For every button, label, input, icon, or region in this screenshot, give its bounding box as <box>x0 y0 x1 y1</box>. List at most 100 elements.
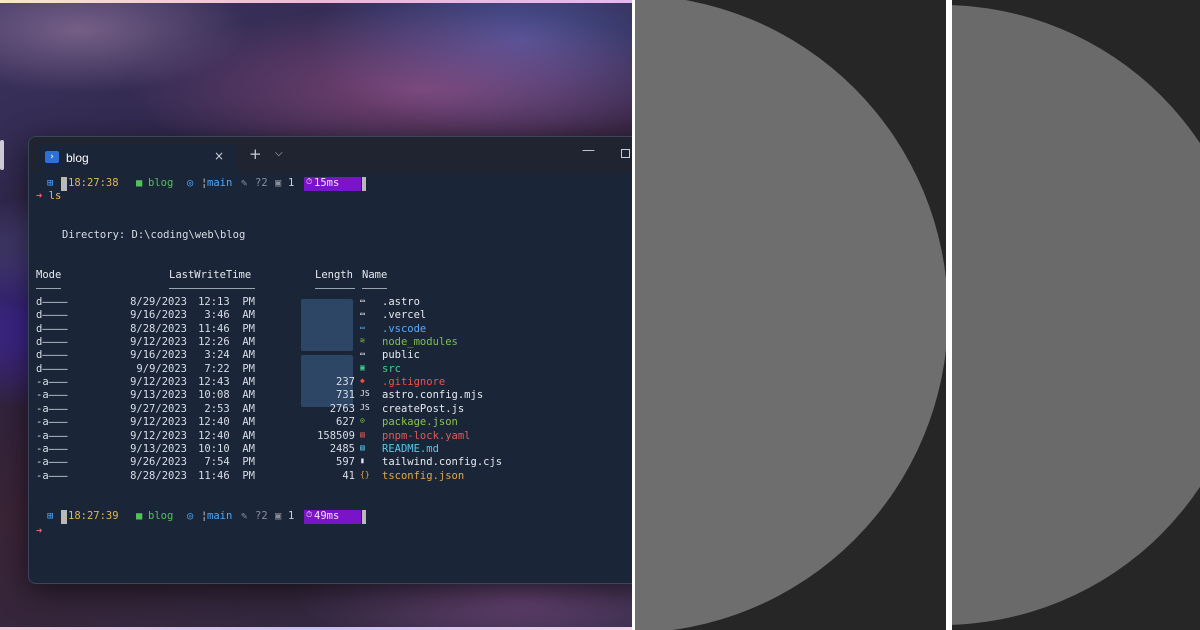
duration-badge: ⏱ 49ms <box>304 510 361 524</box>
file-mode: -a——— <box>36 442 68 455</box>
file-length: 237 <box>336 376 355 389</box>
git-icon: ◆ <box>360 376 365 386</box>
file-name: package.json <box>382 416 458 429</box>
file-mode: -a——— <box>36 416 68 429</box>
file-length: 597 <box>336 456 355 469</box>
edit-icon: ✎ <box>241 177 248 189</box>
js-icon: JS <box>360 389 370 399</box>
file-date: 9/12/2023 <box>130 336 187 349</box>
tab-blog[interactable]: › blog × <box>37 144 237 173</box>
prompt-arrow-icon: ➜ <box>36 525 43 537</box>
terminal-output[interactable]: ⊞ 18:27:38 ■ blog ◎ ¦ main ✎ ?2 ▣ 1 ⏱ 15m… <box>29 173 632 583</box>
file-date: 9/9/2023 <box>136 362 187 375</box>
table-row: -a——— 8/28/2023 11:46 PM 41 {} tsconfig.json <box>29 470 632 483</box>
prompt-duration: 49ms <box>314 510 340 522</box>
file-name: .gitignore <box>382 376 446 389</box>
prompt-separator <box>61 510 67 524</box>
file-time: 12:40 AM <box>198 416 255 429</box>
window-edge-handle <box>0 140 4 170</box>
npm-icon: ⊙ <box>360 416 365 426</box>
new-tab-button[interactable]: + <box>249 145 262 163</box>
file-date: 9/16/2023 <box>130 309 187 322</box>
file-date: 9/12/2023 <box>130 416 187 429</box>
terminal-window[interactable]: › blog × + ⌵ — ⊞ 18:27:38 ■ blog ◎ ¦ mai… <box>28 136 632 584</box>
file-date: 9/27/2023 <box>130 402 187 415</box>
file-date: 8/29/2023 <box>130 296 187 308</box>
minimize-button[interactable]: — <box>582 143 595 158</box>
file-name: README.md <box>382 442 439 455</box>
prompt-tail <box>362 510 366 524</box>
half-circle-shape <box>635 0 946 630</box>
windows-icon: ⊞ <box>47 510 54 522</box>
file-date: 9/12/2023 <box>130 376 187 389</box>
duration-badge: ⏱ 15ms <box>304 177 361 191</box>
prompt-line: ⊞ 18:27:39 ■ blog ◎ ¦ main ✎ ?2 ▣ 1 ⏱ 49m… <box>29 510 632 524</box>
file-time: 7:22 PM <box>204 362 255 375</box>
command-line[interactable]: ➜ <box>36 525 42 537</box>
file-name: .vercel <box>382 309 427 322</box>
file-name: createPost.js <box>382 402 465 415</box>
yaml-icon: ▤ <box>360 429 365 439</box>
file-time: 12:40 AM <box>198 429 255 442</box>
windows-icon: ⊞ <box>47 177 54 189</box>
folder-icon: ■ <box>136 177 143 189</box>
prompt-untracked: ?2 <box>255 177 268 189</box>
prompt-untracked: ?2 <box>255 510 268 522</box>
desktop-wallpaper: › blog × + ⌵ — ⊞ 18:27:38 ■ blog ◎ ¦ mai… <box>0 0 632 630</box>
chevron-down-icon[interactable]: ⌵ <box>275 148 283 159</box>
file-time: 12:26 AM <box>198 336 255 349</box>
prompt-stash: 1 <box>288 177 295 189</box>
json-icon: {} <box>360 469 370 479</box>
header-underline <box>315 288 355 289</box>
header-mode: Mode <box>36 269 62 281</box>
file-name: pnpm-lock.yaml <box>382 429 471 442</box>
terminal-titlebar[interactable]: › blog × + ⌵ — <box>29 137 632 173</box>
header-length: Length <box>315 269 353 281</box>
image-panel <box>635 0 946 630</box>
table-row: d———— 9/16/2023 3:24 AM ▭ public <box>29 349 632 362</box>
prompt-arrow-icon: ➜ <box>36 190 43 202</box>
timer-icon: ⏱ <box>306 510 313 519</box>
file-name: node_modules <box>382 336 458 349</box>
file-mode: -a——— <box>36 456 68 469</box>
file-date: 9/13/2023 <box>130 442 187 455</box>
file-mode: d———— <box>36 349 68 362</box>
file-name: tailwind.config.cjs <box>382 456 503 469</box>
file-date: 9/12/2023 <box>130 429 187 442</box>
file-time: 3:24 AM <box>204 349 255 362</box>
prompt-separator <box>61 177 67 191</box>
file-length: 731 <box>336 389 355 402</box>
file-mode: d———— <box>36 296 68 308</box>
file-mode: -a——— <box>36 469 68 482</box>
file-time: 11:46 PM <box>198 469 255 482</box>
table-row: -a——— 9/13/2023 10:08 AM 731 JS astro.config.… <box>29 389 632 402</box>
file-name: src <box>382 362 401 375</box>
prompt-folder: blog <box>148 510 174 522</box>
table-row: -a——— 9/27/2023 2:53 AM 2763 JS createPost.js <box>29 403 632 416</box>
prompt-stash: 1 <box>288 510 295 522</box>
prompt-time: 18:27:39 <box>68 510 119 522</box>
file-time: 11:46 PM <box>198 322 255 335</box>
maximize-button[interactable] <box>621 149 630 158</box>
table-row: -a——— 9/12/2023 12:40 AM 627 ⊙ package.json <box>29 416 632 429</box>
file-mode: d———— <box>36 362 68 375</box>
file-time: 10:10 AM <box>198 442 255 455</box>
file-date: 8/28/2023 <box>130 469 187 482</box>
file-length: 2485 <box>329 442 355 455</box>
prompt-line: ⊞ 18:27:38 ■ blog ◎ ¦ main ✎ ?2 ▣ 1 ⏱ 15m… <box>29 177 632 191</box>
header-underline <box>169 288 255 289</box>
prompt-tail <box>362 177 366 191</box>
table-row: d———— 8/28/2023 11:46 PM ▭ .vscode <box>29 323 632 336</box>
table-row: -a——— 9/12/2023 12:43 AM 237 ◆ .gitignore <box>29 376 632 389</box>
file-name: .vscode <box>382 322 427 335</box>
image-panel <box>952 0 1200 630</box>
vscode-folder-icon: ▭ <box>360 322 365 332</box>
close-tab-icon[interactable]: × <box>214 149 224 163</box>
folder-icon: ▭ <box>360 309 365 319</box>
file-mode: -a——— <box>36 376 68 389</box>
node-folder-icon: ≋ <box>360 336 365 346</box>
file-name: public <box>382 349 420 362</box>
header-lastwritetime: LastWriteTime <box>169 269 252 281</box>
stash-icon: ▣ <box>275 177 282 189</box>
directory-line: Directory: D:\coding\web\blog <box>62 229 246 241</box>
